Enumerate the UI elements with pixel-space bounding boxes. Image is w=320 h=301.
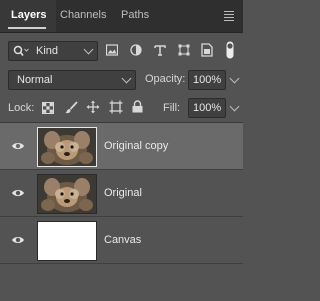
tab-paths[interactable]: Paths (121, 9, 149, 21)
search-icon (13, 45, 29, 57)
panel-tab-bar: Layers Channels Paths (0, 0, 243, 33)
fill-field[interactable]: 100% (188, 98, 226, 118)
chevron-down-icon (83, 44, 94, 55)
lock-position-icon[interactable] (86, 100, 100, 114)
eye-icon[interactable] (11, 139, 25, 153)
filter-kind-dropdown[interactable]: Kind (8, 41, 98, 61)
fill-chevron-icon[interactable] (229, 101, 240, 112)
opacity-label: Opacity: (145, 73, 186, 85)
chevron-down-icon (121, 73, 132, 84)
eye-icon[interactable] (11, 186, 25, 200)
type-filter-icon[interactable] (154, 44, 166, 56)
tab-layers[interactable]: Layers (11, 9, 46, 21)
layer-row-canvas[interactable]: Canvas (0, 217, 243, 264)
lock-transparent-pixels-icon[interactable] (42, 102, 54, 114)
opacity-value: 100% (193, 74, 222, 86)
lock-artboard-icon[interactable] (109, 100, 123, 114)
blend-opacity-row: Normal Opacity: 100% (0, 68, 243, 92)
shape-filter-icon[interactable] (178, 44, 190, 56)
blend-mode-dropdown[interactable]: Normal (8, 70, 136, 90)
layer-name[interactable]: Original copy (104, 140, 168, 152)
layer-thumbnail[interactable] (37, 127, 97, 167)
opacity-field[interactable]: 100% (188, 70, 226, 90)
dog-photo-thumbnail (38, 128, 96, 166)
filter-toggle-icon[interactable] (226, 41, 234, 59)
lock-fill-row: Lock: Fill: 100% (0, 96, 243, 120)
lock-image-pixels-icon[interactable] (65, 101, 78, 114)
layer-thumbnail[interactable] (37, 174, 97, 214)
layer-name[interactable]: Original (104, 187, 142, 199)
layer-name[interactable]: Canvas (104, 234, 141, 246)
image-filter-icon[interactable] (106, 44, 118, 56)
smart-object-filter-icon[interactable] (201, 43, 213, 57)
lock-label: Lock: (8, 102, 35, 114)
layer-row-original[interactable]: Original (0, 170, 243, 217)
filter-kind-label: Kind (36, 45, 59, 57)
tab-channels[interactable]: Channels (60, 9, 106, 21)
opacity-chevron-icon[interactable] (229, 73, 240, 84)
active-tab-indicator (8, 27, 46, 29)
panel-menu-icon[interactable] (224, 11, 234, 23)
layers-list: Original copy Original Canvas (0, 122, 243, 268)
layer-filter-row: Kind (0, 38, 243, 64)
panel-empty-area (0, 268, 243, 301)
fill-label: Fill: (163, 102, 181, 114)
layer-row-original-copy[interactable]: Original copy (0, 123, 243, 170)
fill-value: 100% (193, 102, 222, 114)
lock-all-icon[interactable] (132, 100, 143, 113)
layer-thumbnail-white[interactable] (37, 221, 97, 261)
blend-mode-label: Normal (17, 74, 53, 86)
layers-panel: Layers Channels Paths Kind Normal Opacit… (0, 0, 243, 301)
adjustment-filter-icon[interactable] (130, 44, 142, 56)
eye-icon[interactable] (11, 233, 25, 247)
dog-photo-thumbnail (38, 175, 96, 213)
